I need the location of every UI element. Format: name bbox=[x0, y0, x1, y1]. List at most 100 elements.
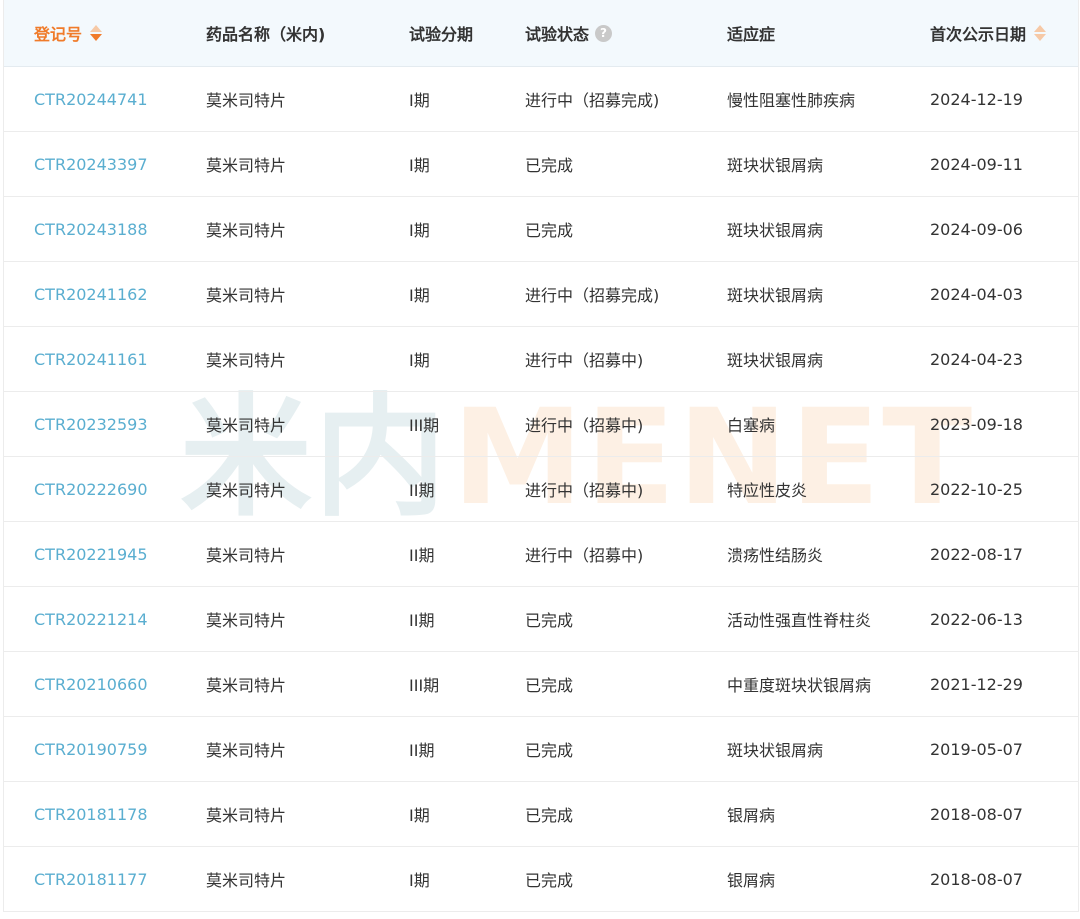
date-cell: 2021-12-29 bbox=[930, 674, 1023, 694]
phase-cell: II期 bbox=[409, 741, 435, 760]
table-row: CTR20241161 莫米司特片 I期 进行中（招募中) 斑块状银屑病 202… bbox=[4, 327, 1078, 392]
table-row: CTR20244741 莫米司特片 I期 进行中（招募完成) 慢性阻塞性肺疾病 … bbox=[4, 67, 1078, 132]
header-reg-no[interactable]: 登记号 bbox=[4, 21, 206, 45]
sort-desc-icon[interactable] bbox=[1034, 34, 1047, 41]
help-icon[interactable]: ? bbox=[595, 24, 613, 42]
status-cell: 进行中（招募中) bbox=[525, 481, 644, 500]
reg-no-link[interactable]: CTR20222690 bbox=[34, 480, 148, 499]
table-row: CTR20243397 莫米司特片 I期 已完成 斑块状银屑病 2024-09-… bbox=[4, 132, 1078, 197]
date-cell: 2023-09-18 bbox=[930, 414, 1023, 434]
header-first-date[interactable]: 首次公示日期 bbox=[930, 21, 1078, 45]
phase-cell: I期 bbox=[409, 286, 430, 305]
phase-cell: I期 bbox=[409, 91, 430, 110]
indication-cell: 银屑病 bbox=[727, 871, 776, 890]
drug-name-cell: 莫米司特片 bbox=[206, 806, 287, 825]
drug-name-cell: 莫米司特片 bbox=[206, 221, 287, 240]
header-phase: 试验分期 bbox=[409, 25, 474, 44]
status-cell: 进行中（招募中) bbox=[525, 351, 644, 370]
trial-table: 登记号 药品名称（米内) 试验分期 试验状态 ? 适应症 首次公示日期 CTR2… bbox=[3, 0, 1079, 912]
reg-no-link[interactable]: CTR20241161 bbox=[34, 350, 148, 369]
reg-no-link[interactable]: CTR20244741 bbox=[34, 90, 148, 109]
reg-no-link[interactable]: CTR20181177 bbox=[34, 870, 148, 889]
drug-name-cell: 莫米司特片 bbox=[206, 611, 287, 630]
drug-name-cell: 莫米司特片 bbox=[206, 741, 287, 760]
sort-icon[interactable] bbox=[90, 25, 103, 41]
date-cell: 2024-04-23 bbox=[930, 349, 1023, 369]
reg-no-link[interactable]: CTR20190759 bbox=[34, 740, 148, 759]
drug-name-cell: 莫米司特片 bbox=[206, 156, 287, 175]
reg-no-link[interactable]: CTR20232593 bbox=[34, 415, 148, 434]
drug-name-cell: 莫米司特片 bbox=[206, 546, 287, 565]
indication-cell: 银屑病 bbox=[727, 806, 776, 825]
table-header-row: 登记号 药品名称（米内) 试验分期 试验状态 ? 适应症 首次公示日期 bbox=[4, 0, 1078, 67]
sort-asc-icon[interactable] bbox=[90, 25, 103, 32]
phase-cell: I期 bbox=[409, 806, 430, 825]
date-cell: 2019-05-07 bbox=[930, 739, 1023, 759]
phase-cell: I期 bbox=[409, 871, 430, 890]
indication-cell: 白塞病 bbox=[727, 416, 776, 435]
status-cell: 已完成 bbox=[525, 221, 574, 240]
date-cell: 2024-09-06 bbox=[930, 219, 1023, 239]
status-cell: 已完成 bbox=[525, 806, 574, 825]
reg-no-link[interactable]: CTR20221214 bbox=[34, 610, 148, 629]
table-row: CTR20181178 莫米司特片 I期 已完成 银屑病 2018-08-07 bbox=[4, 782, 1078, 847]
status-cell: 已完成 bbox=[525, 676, 574, 695]
reg-no-link[interactable]: CTR20181178 bbox=[34, 805, 148, 824]
indication-cell: 斑块状银屑病 bbox=[727, 741, 824, 760]
indication-cell: 斑块状银屑病 bbox=[727, 286, 824, 305]
indication-cell: 活动性强直性脊柱炎 bbox=[727, 611, 872, 630]
reg-no-link[interactable]: CTR20243188 bbox=[34, 220, 148, 239]
date-cell: 2018-08-07 bbox=[930, 869, 1023, 889]
header-indication: 适应症 bbox=[727, 25, 776, 44]
drug-name-cell: 莫米司特片 bbox=[206, 286, 287, 305]
table-body: CTR20244741 莫米司特片 I期 进行中（招募完成) 慢性阻塞性肺疾病 … bbox=[4, 67, 1078, 912]
phase-cell: II期 bbox=[409, 481, 435, 500]
sort-asc-icon[interactable] bbox=[1034, 25, 1047, 32]
date-cell: 2022-08-17 bbox=[930, 544, 1023, 564]
reg-no-link[interactable]: CTR20241162 bbox=[34, 285, 148, 304]
date-cell: 2024-09-11 bbox=[930, 154, 1023, 174]
table-row: CTR20221945 莫米司特片 II期 进行中（招募中) 溃疡性结肠炎 20… bbox=[4, 522, 1078, 587]
trial-table-container: 米内 MENET 登记号 药品名称（米内) 试验分期 试验状态 ? 适应症 首次公… bbox=[0, 0, 1080, 919]
status-cell: 已完成 bbox=[525, 611, 574, 630]
indication-cell: 慢性阻塞性肺疾病 bbox=[727, 91, 856, 110]
indication-cell: 斑块状银屑病 bbox=[727, 156, 824, 175]
indication-cell: 中重度斑块状银屑病 bbox=[727, 676, 872, 695]
drug-name-cell: 莫米司特片 bbox=[206, 871, 287, 890]
status-cell: 进行中（招募完成) bbox=[525, 91, 660, 110]
table-row: CTR20210660 莫米司特片 III期 已完成 中重度斑块状银屑病 202… bbox=[4, 652, 1078, 717]
date-cell: 2024-04-03 bbox=[930, 284, 1023, 304]
phase-cell: I期 bbox=[409, 221, 430, 240]
header-status-label: 试验状态 bbox=[525, 25, 590, 44]
sort-icon[interactable] bbox=[1034, 25, 1047, 41]
phase-cell: III期 bbox=[409, 676, 440, 695]
phase-cell: I期 bbox=[409, 156, 430, 175]
date-cell: 2024-12-19 bbox=[930, 89, 1023, 109]
reg-no-link[interactable]: CTR20221945 bbox=[34, 545, 148, 564]
drug-name-cell: 莫米司特片 bbox=[206, 91, 287, 110]
header-reg-no-label: 登记号 bbox=[34, 25, 83, 44]
indication-cell: 溃疡性结肠炎 bbox=[727, 546, 824, 565]
phase-cell: II期 bbox=[409, 546, 435, 565]
phase-cell: II期 bbox=[409, 611, 435, 630]
table-row: CTR20181177 莫米司特片 I期 已完成 银屑病 2018-08-07 bbox=[4, 847, 1078, 912]
drug-name-cell: 莫米司特片 bbox=[206, 416, 287, 435]
drug-name-cell: 莫米司特片 bbox=[206, 676, 287, 695]
status-cell: 进行中（招募完成) bbox=[525, 286, 660, 305]
status-cell: 已完成 bbox=[525, 871, 574, 890]
status-cell: 进行中（招募中) bbox=[525, 546, 644, 565]
indication-cell: 特应性皮炎 bbox=[727, 481, 808, 500]
indication-cell: 斑块状银屑病 bbox=[727, 351, 824, 370]
table-row: CTR20221214 莫米司特片 II期 已完成 活动性强直性脊柱炎 2022… bbox=[4, 587, 1078, 652]
reg-no-link[interactable]: CTR20210660 bbox=[34, 675, 148, 694]
date-cell: 2022-06-13 bbox=[930, 609, 1023, 629]
table-row: CTR20232593 莫米司特片 III期 进行中（招募中) 白塞病 2023… bbox=[4, 392, 1078, 457]
date-cell: 2018-08-07 bbox=[930, 804, 1023, 824]
header-first-date-label: 首次公示日期 bbox=[930, 25, 1027, 44]
reg-no-link[interactable]: CTR20243397 bbox=[34, 155, 148, 174]
sort-desc-icon[interactable] bbox=[90, 34, 103, 41]
phase-cell: I期 bbox=[409, 351, 430, 370]
status-cell: 进行中（招募中) bbox=[525, 416, 644, 435]
table-row: CTR20241162 莫米司特片 I期 进行中（招募完成) 斑块状银屑病 20… bbox=[4, 262, 1078, 327]
indication-cell: 斑块状银屑病 bbox=[727, 221, 824, 240]
